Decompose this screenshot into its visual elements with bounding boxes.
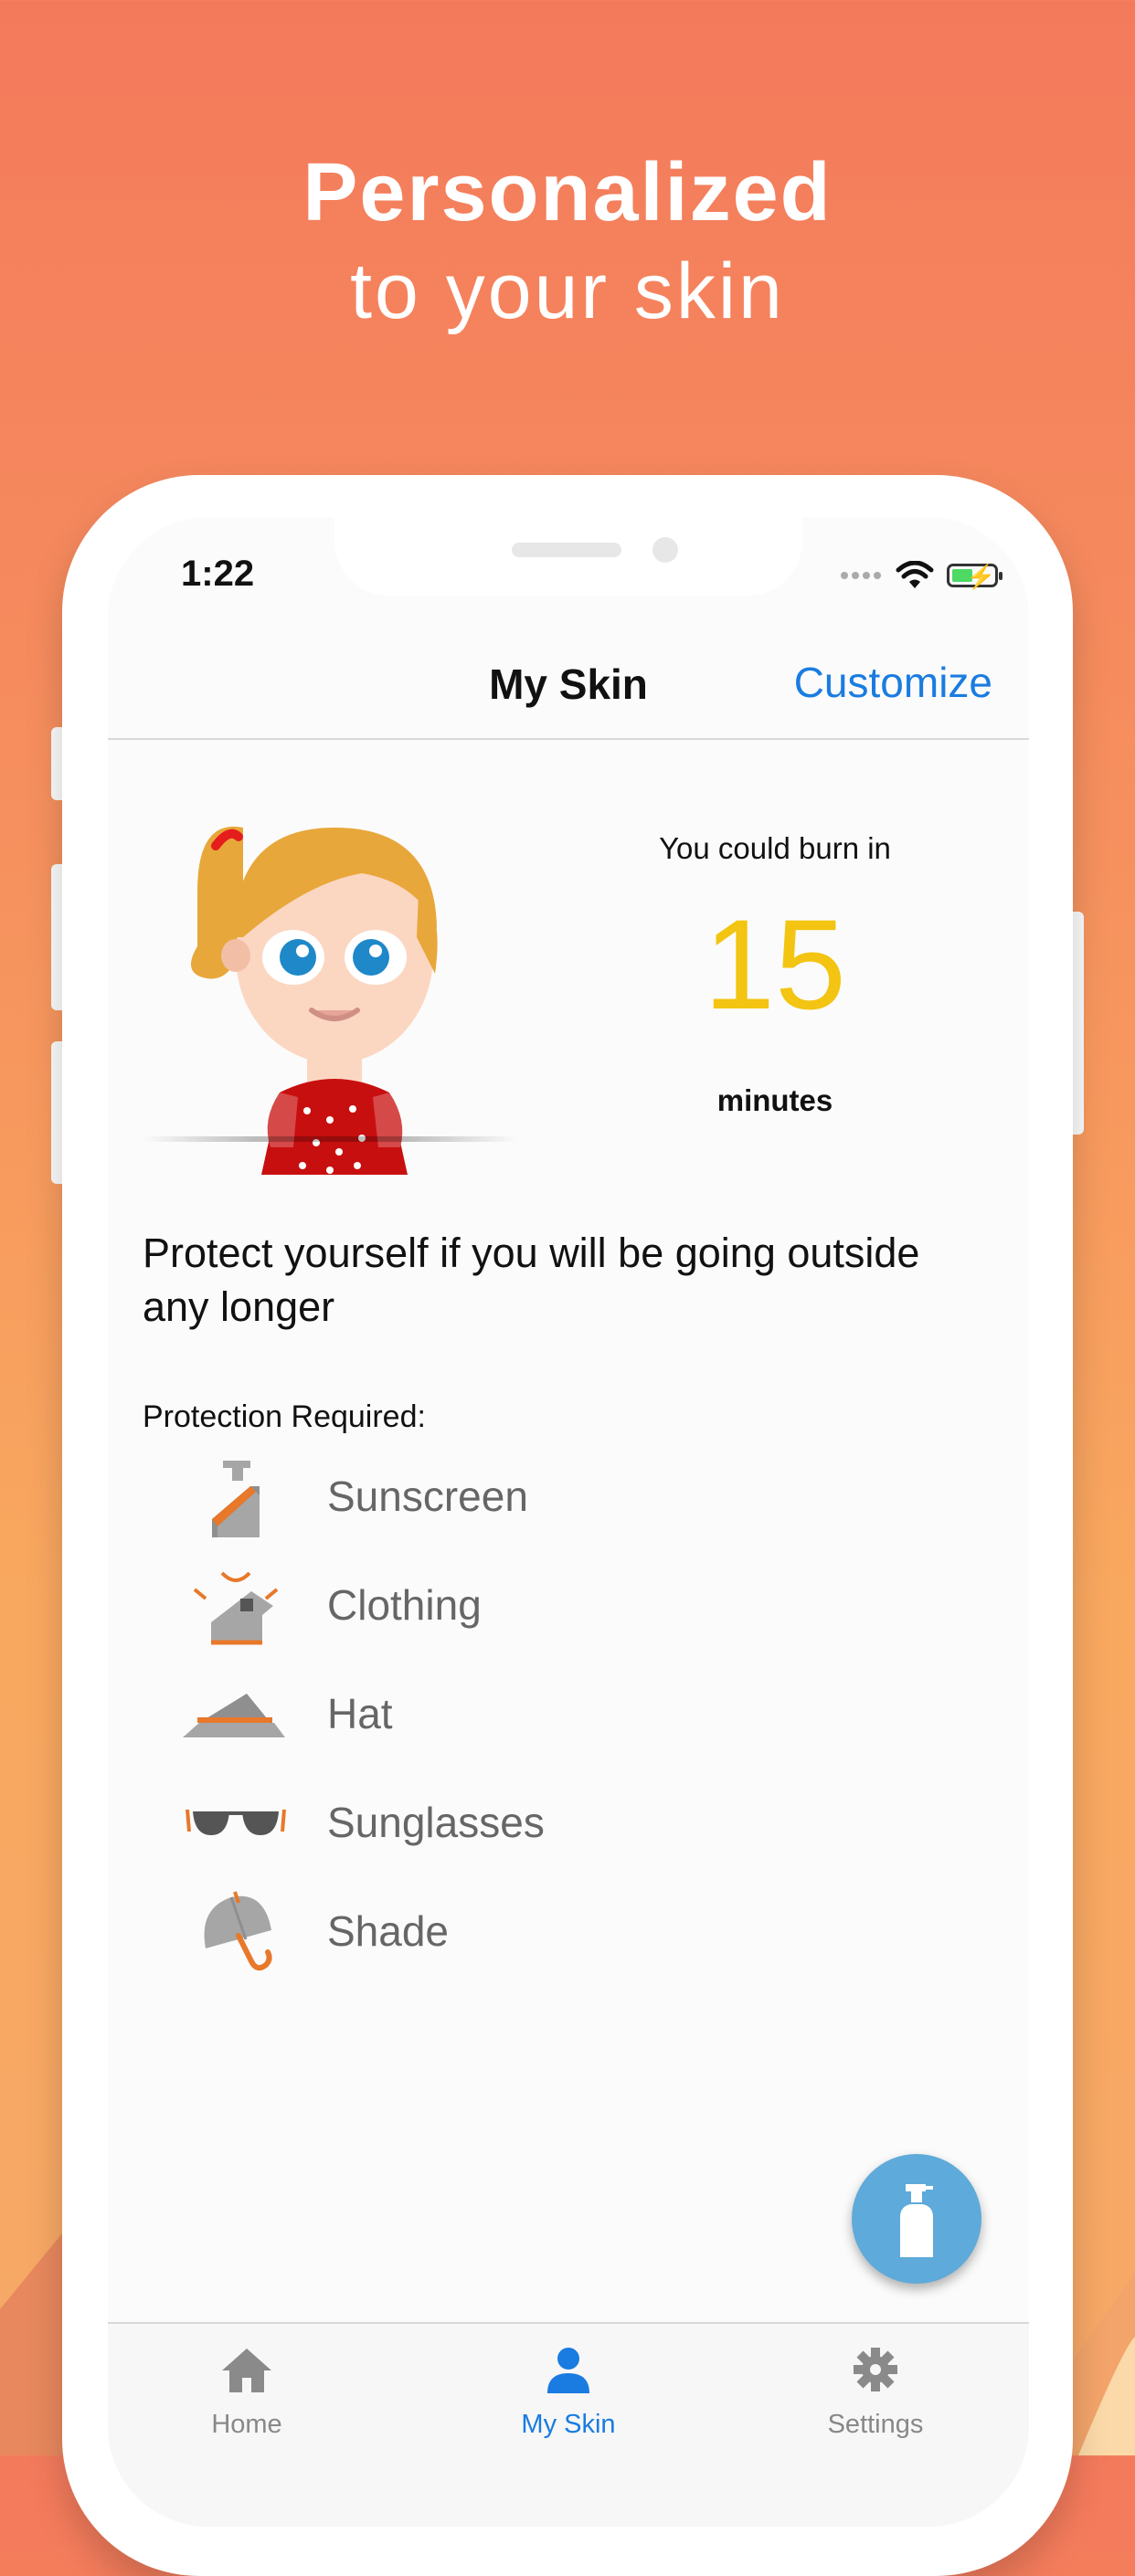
protection-item-label: Hat [327,1690,393,1737]
home-icon [222,2349,271,2392]
hero-subtitle: to your skin [350,248,785,335]
protection-item-label: Sunscreen [327,1473,528,1520]
burn-label: You could burn in [659,831,891,865]
protection-item-shade: Shade [181,1885,449,1977]
camera [652,537,678,563]
gear-icon [854,2348,897,2391]
hero-title: Personalized [302,147,833,238]
signal-icon [839,567,883,584]
protection-item-label: Sunglasses [327,1799,545,1846]
status-time: 1:22 [181,554,255,594]
tab-home[interactable]: Home [110,2342,384,2440]
skin-avatar [190,826,438,1175]
tab-label: Settings [827,2410,924,2439]
protection-advice: Protect yourself if you will be going ou… [143,1230,920,1330]
apply-sunscreen-button[interactable] [852,2154,981,2284]
customize-button[interactable]: Customize [794,658,992,707]
person-icon [547,2348,589,2393]
battery-icon: ⚡ [947,563,1002,590]
phone-screen: 1:22 ⚡ My Skin Customize You could burn … [108,517,1029,2527]
protection-item-hat: Hat [181,1668,393,1759]
avatar-shadow [143,1136,517,1142]
tab-my-skin[interactable]: My Skin [431,2342,705,2440]
burn-time-value: 15 [704,892,846,1036]
tab-label: My Skin [521,2410,616,2439]
protection-item-sunscreen: Sunscreen [181,1451,528,1542]
notch [334,517,802,596]
status-icons: ⚡ [839,561,1002,590]
protection-item-sunglasses: Sunglasses [181,1777,545,1868]
tab-bar: Home My Skin Settings [108,2322,1029,2527]
protection-item-label: Shade [327,1907,450,1955]
burn-time-unit: minutes [716,1083,833,1117]
protection-item-clothing: Clothing [181,1559,482,1651]
navigation-bar: My Skin Customize [108,619,1029,740]
speaker [512,543,621,557]
protection-item-label: Clothing [327,1581,482,1629]
umbrella-icon [204,1891,272,1971]
clothing-icon [193,1571,279,1645]
protection-required-label: Protection Required: [143,1399,426,1434]
tab-settings[interactable]: Settings [738,2342,1013,2440]
sunscreen-bottle-icon [900,2184,933,2257]
wifi-icon [896,561,934,588]
hat-icon [183,1694,285,1737]
sunglasses-icon [186,1809,286,1835]
sunscreen-icon [212,1461,260,1537]
tab-label: Home [211,2410,282,2439]
